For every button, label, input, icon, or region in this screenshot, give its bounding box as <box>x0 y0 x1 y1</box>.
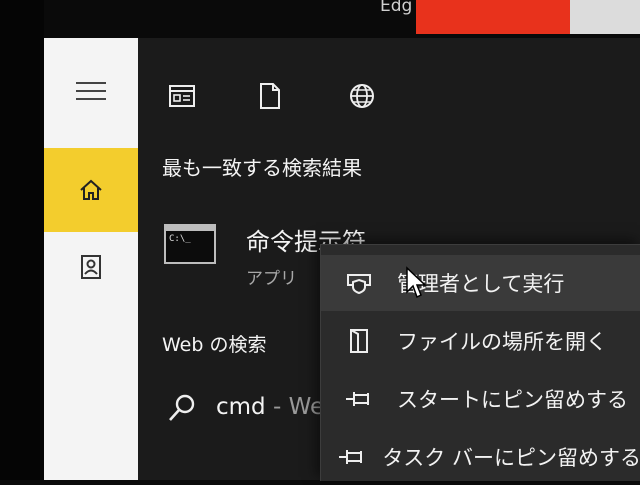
open-file-location-item[interactable]: ファイルの場所を開く <box>321 313 640 369</box>
mouse-cursor-icon <box>406 266 427 299</box>
run-as-admin-item[interactable]: 管理者として実行 <box>321 255 640 311</box>
cmd-icon-text: C:\_ <box>169 234 191 244</box>
search-icon <box>169 394 195 421</box>
taskbar-edge: Edg <box>0 0 640 38</box>
best-match-heading: 最も一致する検索結果 <box>162 156 362 180</box>
pin-icon <box>338 450 362 464</box>
cmd-icon: C:\_ <box>164 224 216 264</box>
screen-bezel <box>0 0 44 480</box>
hamburger-menu-icon <box>76 76 106 106</box>
apps-filter-icon <box>169 85 195 107</box>
web-search-text: cmd - We <box>216 394 324 420</box>
documents-icon <box>81 255 101 279</box>
hamburger-menu-button[interactable] <box>44 56 138 126</box>
document-filter-button[interactable] <box>250 76 290 116</box>
web-search-heading: Web の検索 <box>162 334 267 356</box>
web-search-suffix: - We <box>265 394 325 420</box>
apps-filter-button[interactable] <box>162 76 202 116</box>
web-filter-button[interactable] <box>342 76 382 116</box>
context-menu: 管理者として実行 ファイルの場所を開く スタートにピン留めする タスク バーにピ… <box>320 244 640 481</box>
documents-button[interactable] <box>44 232 138 302</box>
web-filter-icon <box>350 84 374 108</box>
pin-icon <box>346 392 369 406</box>
folder-icon <box>350 329 368 353</box>
pin-to-start-label: スタートにピン留めする <box>397 388 628 412</box>
taskbar-edge-text: Edg <box>380 0 413 16</box>
app-type: アプリ <box>246 269 297 289</box>
web-search-query: cmd <box>216 394 266 420</box>
home-icon <box>80 179 102 200</box>
open-file-location-label: ファイルの場所を開く <box>397 330 607 354</box>
pin-to-taskbar-item[interactable]: タスク バーにピン留めする <box>321 429 640 485</box>
pin-to-start-item[interactable]: スタートにピン留めする <box>321 371 640 427</box>
shield-icon <box>347 274 371 294</box>
document-filter-icon <box>260 83 280 109</box>
start-menu-rail <box>44 38 138 480</box>
taskbar-red-app <box>416 0 570 34</box>
home-button[interactable] <box>44 148 138 232</box>
pin-to-taskbar-label: タスク バーにピン留めする <box>382 446 640 470</box>
taskbar-bright-area <box>570 0 640 34</box>
